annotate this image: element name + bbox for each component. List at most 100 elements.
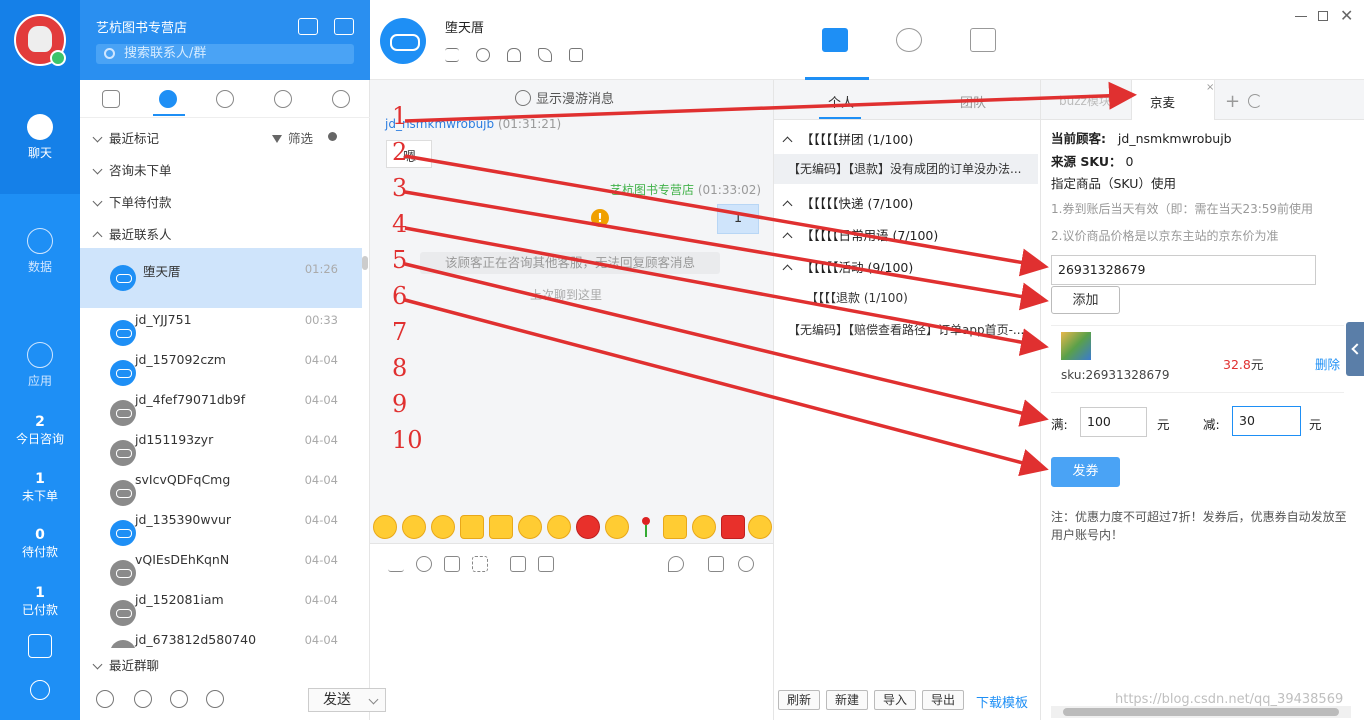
- add-button[interactable]: 添加: [1051, 286, 1120, 314]
- unit-label: 元: [1309, 417, 1322, 432]
- tab-org-icon[interactable]: [332, 90, 350, 108]
- annotation-number: 5: [392, 246, 408, 274]
- history-icon[interactable]: [738, 556, 754, 572]
- show-roaming-button[interactable]: 显示漫游消息: [515, 88, 614, 107]
- delete-link[interactable]: 删除: [1315, 354, 1340, 373]
- stat-today-consult[interactable]: 2 今日咨询: [0, 414, 80, 447]
- contact-row[interactable]: jd_152081iam 04-04: [80, 588, 362, 628]
- add-tab-icon[interactable]: +: [1225, 91, 1240, 112]
- image-icon[interactable]: [444, 556, 460, 572]
- export-button[interactable]: 导出: [922, 690, 965, 710]
- collapse-panel-button[interactable]: [1346, 322, 1364, 376]
- download-template-link[interactable]: 下载模板: [976, 692, 1028, 711]
- filter-button[interactable]: 筛选: [272, 128, 313, 147]
- contact-row[interactable]: svIcvQDFqCmg 04-04: [80, 468, 362, 508]
- full-amount-input[interactable]: 100: [1080, 407, 1147, 437]
- screenshot-icon[interactable]: [472, 556, 488, 572]
- contact-row[interactable]: jd_4fef79071db9f 04-04: [80, 388, 362, 428]
- import-button[interactable]: 导入: [874, 690, 917, 710]
- contact-row[interactable]: jd_YJJ751 00:33: [80, 308, 362, 348]
- grid-apps-icon[interactable]: [28, 634, 52, 658]
- emoji-icon[interactable]: [605, 515, 629, 539]
- contact-row[interactable]: jd_673812d580740 04-04: [80, 628, 362, 648]
- emoji-icon[interactable]: [431, 515, 455, 539]
- contacts-scrollbar[interactable]: [362, 256, 368, 270]
- quick-reply-item[interactable]: 【【【【退款 (1/100): [806, 289, 908, 306]
- nav-chat[interactable]: 聊天: [0, 114, 80, 161]
- victory-hand-icon[interactable]: [460, 515, 484, 539]
- group-recent-mark[interactable]: 最近标记: [92, 128, 159, 147]
- contact-row[interactable]: vQIEsDEhKqnN 04-04: [80, 548, 362, 588]
- tab-group-icon[interactable]: [274, 90, 292, 108]
- group-consult-no-order[interactable]: 咨询未下单: [92, 160, 172, 179]
- tab-team[interactable]: 团队: [960, 92, 986, 111]
- emoji-icon[interactable]: [402, 515, 426, 539]
- sku-input[interactable]: 26931328679: [1051, 255, 1316, 285]
- contact-row[interactable]: jd_135390wvur 04-04: [80, 508, 362, 548]
- quick-group[interactable]: 【【【【【快递 (7/100): [782, 193, 913, 212]
- tab-chat-arrow-icon[interactable]: [822, 28, 848, 52]
- folder-icon[interactable]: [538, 556, 554, 572]
- close-icon[interactable]: ✕: [1340, 6, 1353, 25]
- quick-reply-item[interactable]: 【无编码】【退款】没有成团的订单没办法...: [774, 154, 1038, 184]
- nav-apps[interactable]: 应用: [0, 342, 80, 389]
- refresh-icon[interactable]: [1248, 94, 1262, 108]
- tab-history-clock-icon[interactable]: [896, 28, 922, 52]
- issue-coupon-button[interactable]: 发券: [1051, 457, 1120, 487]
- tab-jingmai[interactable]: 京麦 ×: [1131, 80, 1215, 120]
- chat-bubble-icon[interactable]: [134, 690, 152, 708]
- minimize-icon[interactable]: [1295, 8, 1307, 17]
- user-avatar[interactable]: [14, 14, 66, 66]
- tab-personal[interactable]: 个人: [828, 92, 854, 111]
- tab-export-icon[interactable]: [970, 28, 996, 52]
- sunglasses-emoji-icon[interactable]: [547, 515, 571, 539]
- tab-person-icon[interactable]: [216, 90, 234, 108]
- calendar-icon[interactable]: [298, 18, 318, 35]
- robot-reply-icon[interactable]: [708, 556, 724, 572]
- bot-icon[interactable]: [206, 690, 224, 708]
- agent-icon[interactable]: [170, 690, 188, 708]
- emoji-icon[interactable]: [518, 515, 542, 539]
- contact-row[interactable]: jd_157092czm 04-04: [80, 348, 362, 388]
- heart-icon[interactable]: [721, 515, 745, 539]
- minus-amount-input[interactable]: 30: [1232, 406, 1301, 436]
- emoji-icon[interactable]: [692, 515, 716, 539]
- send-button[interactable]: 发送: [308, 688, 386, 712]
- quick-group[interactable]: 【【【【【日常用语 (7/100): [782, 225, 938, 244]
- stat-pending-payment[interactable]: 0 待付款: [0, 527, 80, 560]
- stat-paid[interactable]: 1 已付款: [0, 585, 80, 618]
- tab-recent-clock-icon[interactable]: [159, 90, 177, 108]
- emoji-icon[interactable]: [373, 515, 397, 539]
- search-input[interactable]: 搜索联系人/群: [96, 44, 354, 64]
- close-tab-icon[interactable]: ×: [1206, 82, 1214, 93]
- thumbs-up-icon[interactable]: [663, 515, 687, 539]
- group-recent-groups[interactable]: 最近群聊: [92, 655, 364, 674]
- group-recent-contacts[interactable]: 最近联系人: [92, 224, 172, 243]
- calendar-icon[interactable]: [510, 556, 526, 572]
- contact-row[interactable]: jd151193zyr 04-04: [80, 428, 362, 468]
- rose-icon[interactable]: [634, 515, 658, 539]
- quick-group[interactable]: 【【【【【拼团 (1/100): [782, 129, 913, 148]
- person-list-icon[interactable]: [96, 690, 114, 708]
- heart-outline-icon[interactable]: [668, 556, 684, 572]
- scroll-thumb[interactable]: [1063, 708, 1339, 716]
- emoji-icon[interactable]: [748, 515, 772, 539]
- maximize-icon[interactable]: [1318, 11, 1328, 21]
- tab-chat-icon[interactable]: [102, 90, 120, 108]
- emoji-picker-icon[interactable]: [416, 556, 432, 572]
- rich-emoji-icon[interactable]: [576, 515, 600, 539]
- handshake-icon[interactable]: [489, 515, 513, 539]
- stat-no-order[interactable]: 1 未下单: [0, 471, 80, 504]
- new-button[interactable]: 新建: [826, 690, 869, 710]
- quick-group[interactable]: 【【【【【活动 (9/100): [782, 257, 913, 276]
- tab-plugin[interactable]: buzz模块: [1059, 92, 1111, 109]
- contact-row[interactable]: 堕天厝 01:26: [80, 248, 362, 308]
- font-icon[interactable]: [388, 556, 404, 572]
- group-order-pending[interactable]: 下单待付款: [92, 192, 172, 211]
- horizontal-scrollbar[interactable]: [1051, 706, 1351, 718]
- refresh-button[interactable]: 刷新: [778, 690, 821, 710]
- robot-icon[interactable]: [30, 680, 50, 700]
- nav-data[interactable]: 数据: [0, 228, 80, 275]
- message-box-icon[interactable]: [334, 18, 354, 35]
- quick-reply-item[interactable]: 【无编码】【赔偿查看路径】订单app首页-...: [788, 321, 1024, 338]
